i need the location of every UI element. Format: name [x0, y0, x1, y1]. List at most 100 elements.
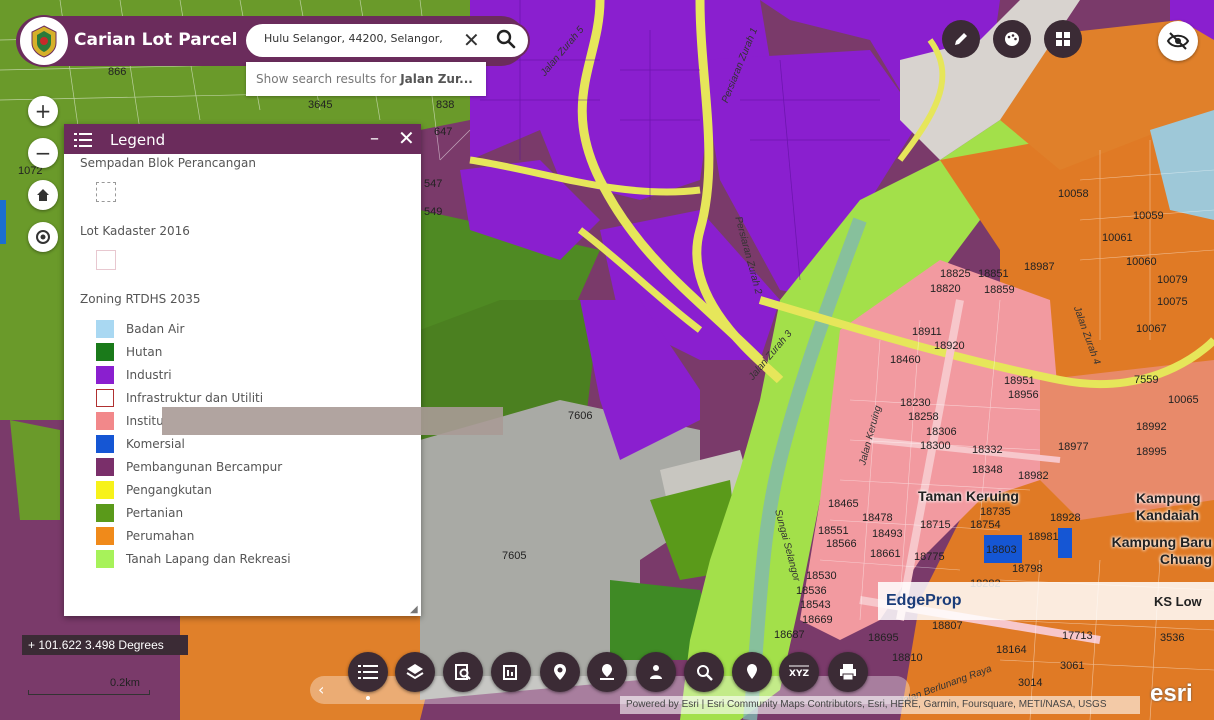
legend-swatch — [96, 366, 114, 384]
lot-label: 10065 — [1168, 394, 1199, 406]
place-marker-tool-button[interactable] — [587, 652, 627, 692]
search-document-icon — [455, 664, 471, 680]
legend-label: Tanah Lapang dan Rekreasi — [126, 552, 291, 566]
lot-label: 7606 — [568, 410, 593, 422]
zoom-search-tool-button[interactable] — [684, 652, 724, 692]
legend-label: Industri — [126, 368, 172, 382]
magnifier-icon — [697, 665, 713, 681]
watermark-author: KS Low — [1154, 594, 1202, 609]
legend-swatch — [96, 458, 114, 476]
lot-label: 18951 — [1004, 375, 1035, 387]
logo — [18, 15, 70, 67]
minimize-button[interactable]: – — [370, 128, 379, 149]
legend-swatch — [96, 435, 114, 453]
legend-swatch — [96, 389, 114, 407]
search-suggestion[interactable]: Show search results for Jalan Zur... — [246, 62, 486, 96]
active-indicator — [366, 696, 370, 700]
printer-icon — [840, 664, 856, 681]
lot-label: 18995 — [1136, 446, 1167, 458]
resize-handle-icon[interactable]: ◢ — [410, 604, 418, 615]
lot-label: 3645 — [308, 99, 333, 111]
lot-label: 18810 — [892, 652, 923, 664]
lot-label: 18300 — [920, 440, 951, 452]
basemap-palette-button[interactable] — [993, 20, 1031, 58]
legend-section-sempadan: Sempadan Blok Perancangan — [80, 156, 256, 170]
search-input[interactable] — [264, 32, 444, 45]
clear-search-icon[interactable]: ✕ — [463, 28, 480, 52]
user-location-tool-button[interactable] — [636, 652, 676, 692]
home-button[interactable] — [28, 180, 58, 210]
legend-label: Perumahan — [126, 529, 195, 543]
lot-label: 10058 — [1058, 188, 1089, 200]
zoom-out-button[interactable]: − — [28, 138, 58, 168]
draw-tool-button[interactable] — [942, 20, 980, 58]
lot-label: 18911 — [912, 326, 942, 338]
lot-label: 3061 — [1060, 660, 1085, 672]
print-tool-button[interactable] — [828, 652, 868, 692]
lot-label: 18920 — [934, 340, 965, 352]
place-label-taman-keruing: Taman Keruing — [918, 488, 1019, 504]
legend-label: Pengangkutan — [126, 483, 212, 497]
coordinate-readout: + 101.622 3.498 Degrees — [22, 635, 188, 655]
lot-label: 18851 — [978, 268, 1009, 280]
xyz-tool-button[interactable]: XYZ — [779, 652, 819, 692]
lot-label: 18164 — [996, 644, 1027, 656]
lot-label: 7559 — [1134, 374, 1159, 386]
layers-tool-button[interactable] — [395, 652, 435, 692]
legend-title: Legend — [110, 131, 166, 149]
lot-label: 18465 — [828, 498, 859, 510]
directions-tool-button[interactable] — [540, 652, 580, 692]
toggle-visibility-button[interactable] — [1158, 21, 1198, 61]
place-label-kampung-baru-chuang: Kampung Baru Chuang — [1111, 534, 1212, 567]
lot-label: 18258 — [908, 411, 939, 423]
locate-icon — [36, 230, 50, 244]
lot-label: 18230 — [900, 397, 931, 409]
lot-label: 10060 — [1126, 256, 1157, 268]
map-attribution: Powered by Esri | Esri Community Maps Co… — [620, 696, 1140, 714]
lot-label: 10059 — [1133, 210, 1164, 222]
zoom-in-button[interactable]: + — [28, 96, 58, 126]
lot-label: 549 — [424, 206, 443, 218]
legend-swatch — [96, 343, 114, 361]
legend-label: Pertanian — [126, 506, 184, 520]
widgets-grid-button[interactable] — [1044, 20, 1082, 58]
lot-label: 18543 — [800, 599, 831, 611]
legend-section-lot: Lot Kadaster 2016 — [80, 224, 190, 238]
coordinate-tool-button[interactable] — [732, 652, 772, 692]
report-tool-button[interactable] — [491, 652, 531, 692]
person-pin-icon — [650, 665, 662, 679]
lot-label: 18695 — [868, 632, 899, 644]
list-icon[interactable] — [74, 132, 92, 148]
query-tool-button[interactable] — [443, 652, 483, 692]
legend-label: Infrastruktur dan Utiliti — [126, 391, 264, 405]
lot-label: 17713 — [1062, 630, 1093, 642]
lot-label: 18987 — [1024, 261, 1055, 273]
lot-label: 547 — [424, 178, 443, 190]
locate-button[interactable] — [28, 222, 58, 252]
legend-swatch — [96, 412, 114, 430]
lot-label: 18807 — [932, 620, 963, 632]
lot-label: 18798 — [1012, 563, 1043, 575]
legend-label: Institu — [126, 414, 164, 428]
close-icon[interactable]: ✕ — [398, 126, 415, 150]
list-icon — [358, 665, 378, 679]
scale-label: 0.2km — [110, 677, 140, 689]
lot-label: 866 — [108, 66, 127, 78]
legend-label: Badan Air — [126, 322, 185, 336]
lot-label: 18775 — [914, 551, 945, 563]
lot-label: 18825 — [940, 268, 971, 280]
lot-label: 7605 — [502, 550, 527, 562]
lot-label: 18715 — [920, 519, 951, 531]
layers-icon — [406, 664, 424, 680]
legend-tool-button[interactable] — [348, 652, 388, 692]
lot-label: 18661 — [870, 548, 901, 560]
lot-label: 18530 — [806, 570, 837, 582]
lot-label: 18859 — [984, 284, 1015, 296]
chevron-left-icon[interactable]: ‹ — [318, 680, 324, 699]
redaction-overlay — [162, 407, 503, 435]
legend-swatch-sempadan — [96, 182, 116, 202]
location-pin-icon — [554, 664, 566, 680]
crosshair-icon: + — [28, 638, 39, 652]
search-icon[interactable] — [494, 27, 518, 51]
lot-label: 18928 — [1050, 512, 1081, 524]
